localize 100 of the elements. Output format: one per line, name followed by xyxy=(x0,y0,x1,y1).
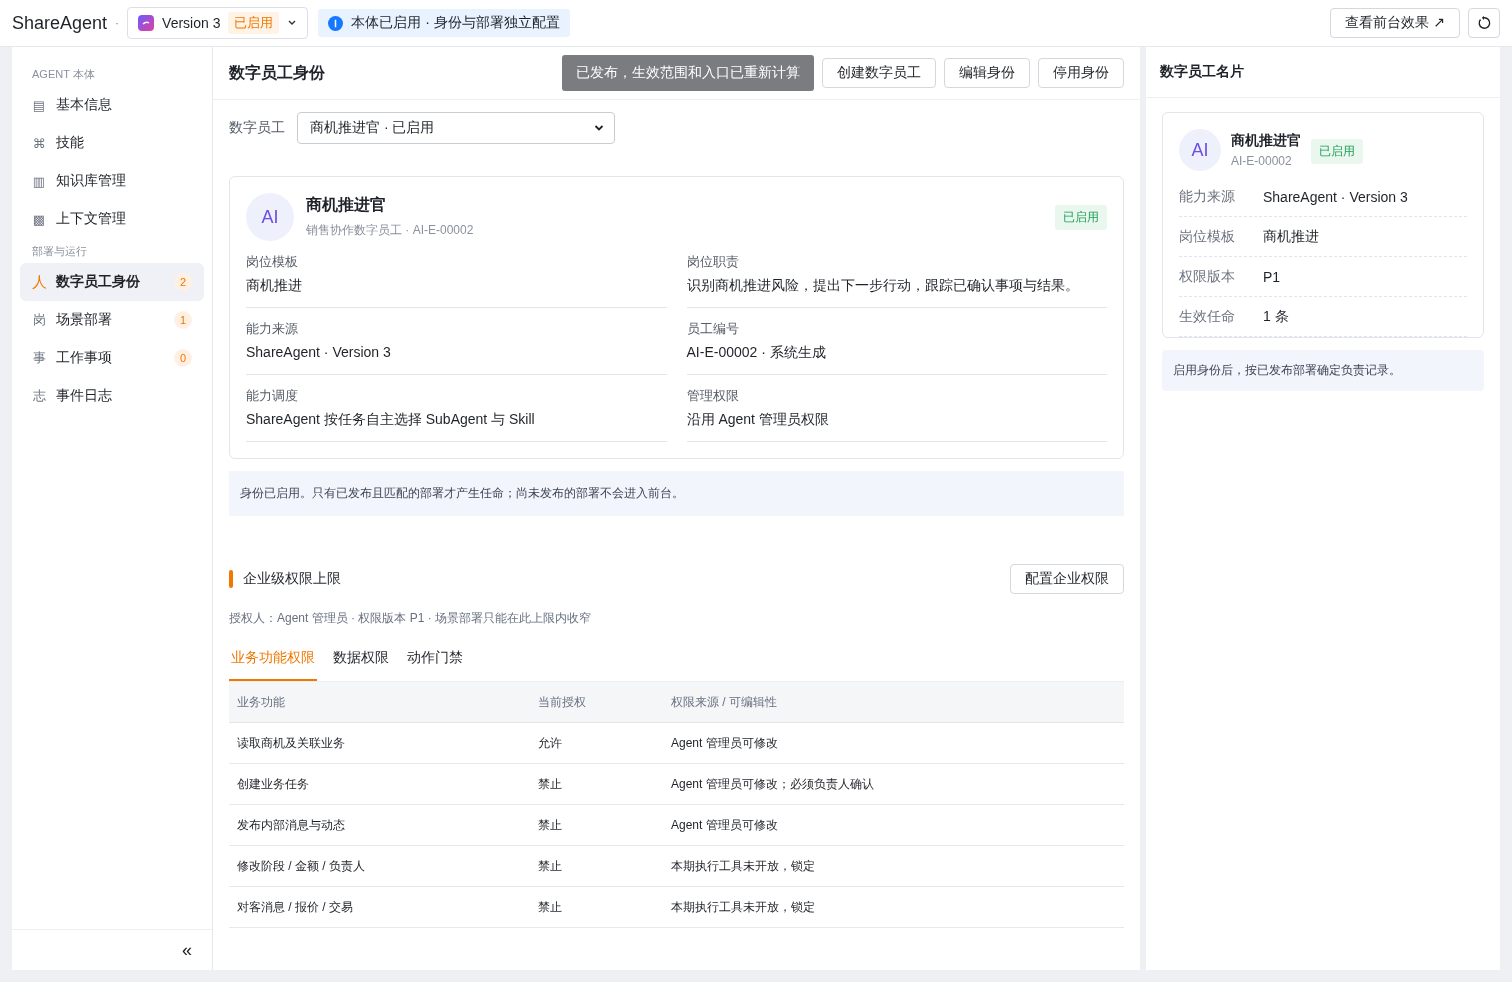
count-badge: 1 xyxy=(174,311,192,329)
status-badge: 已启用 xyxy=(228,12,280,34)
table-cell: Agent 管理员可修改 xyxy=(663,722,1124,764)
version-label: Version 3 xyxy=(162,15,221,31)
table-cell: 创建业务任务 xyxy=(229,763,530,805)
field-label: 岗位职责 xyxy=(686,253,740,271)
column-header: 权限来源 / 可编辑性 xyxy=(663,682,1124,723)
employee-subtitle: 销售协作数字员工 · AI-E-00002 xyxy=(306,222,475,239)
employee-name: 商机推进官 xyxy=(306,195,387,215)
section-title: 企业级权限上限 xyxy=(243,570,341,588)
field-value: 商机推进 xyxy=(1263,227,1319,246)
info-note: 身份已启用。只有已发布且匹配的部署才产生任命；尚未发布的部署不会进入前台。 xyxy=(229,471,1124,516)
field-value: 1 条 xyxy=(1263,307,1289,326)
nav-icon: ▩ xyxy=(32,211,46,227)
table-cell: 禁止 xyxy=(530,886,663,928)
table-cell: 本期执行工具未开放，锁定 xyxy=(663,845,1124,887)
action-button[interactable]: 创建数字员工 xyxy=(822,58,936,88)
status-badge: 已启用 xyxy=(1311,139,1363,164)
avatar: AI xyxy=(1179,129,1221,171)
sidebar-item[interactable]: 人 数字员工身份 2 xyxy=(20,263,204,301)
column-header: 当前授权 xyxy=(530,682,663,723)
refresh-icon xyxy=(1477,16,1491,30)
table-cell: Agent 管理员可修改 xyxy=(663,804,1124,846)
chevron-down-icon xyxy=(594,124,604,132)
table-cell: 发布内部消息与动态 xyxy=(229,804,530,846)
field-label: 权限版本 xyxy=(1179,267,1236,286)
action-button[interactable]: 停用身份 xyxy=(1038,58,1124,88)
table-cell: 对客消息 / 报价 / 交易 xyxy=(229,886,530,928)
section-title: AGENT 本体 xyxy=(31,67,96,82)
field-label: 能力来源 xyxy=(1179,187,1236,206)
sidebar-item[interactable]: ▥ 知识库管理 xyxy=(20,162,204,200)
tab[interactable]: 动作门禁 xyxy=(405,641,465,681)
field-value: AI-E-00002 · 系统生成 xyxy=(686,344,827,362)
sidebar-item[interactable]: 志 事件日志 xyxy=(20,377,204,415)
employee-id: AI-E-00002 xyxy=(1231,154,1293,168)
nav-icon: ⌘ xyxy=(32,135,46,151)
panel-title: 数字员工名片 xyxy=(1146,47,1500,98)
nav-icon: 人 xyxy=(32,272,46,292)
brand-name: ShareAgent xyxy=(12,12,108,34)
count-badge: 2 xyxy=(174,273,192,291)
field-value: P1 xyxy=(1263,268,1281,285)
table-cell: 修改阶段 / 金额 / 负责人 xyxy=(229,845,530,887)
nav-label: 知识库管理 xyxy=(56,172,127,190)
info-note: 启用身份后，按已发布部署确定负责记录。 xyxy=(1162,350,1484,391)
action-button[interactable]: 编辑身份 xyxy=(944,58,1030,88)
app-logo-icon xyxy=(138,15,155,31)
nav-icon: ▤ xyxy=(32,97,46,113)
column-header: 业务功能 xyxy=(229,682,530,723)
collapse-button[interactable]: « xyxy=(178,939,196,961)
nav-icon: 岗 xyxy=(32,311,46,329)
field-label: 能力来源 xyxy=(246,320,299,338)
preview-button[interactable]: 查看前台效果 ↗ xyxy=(1330,8,1460,38)
table-cell: 禁止 xyxy=(530,804,663,846)
nav-label: 场景部署 xyxy=(56,311,113,329)
field-label: 管理权限 xyxy=(686,387,740,405)
page-title: 数字员工身份 xyxy=(229,62,326,83)
avatar: AI xyxy=(246,193,294,241)
field-label: 岗位模板 xyxy=(1179,227,1236,246)
employee-name: 商机推进官 xyxy=(1231,132,1301,150)
sidebar-item[interactable]: ▩ 上下文管理 xyxy=(20,200,204,238)
employee-select[interactable]: 商机推进官 · 已启用 xyxy=(297,112,615,144)
nav-icon: ▥ xyxy=(32,173,46,189)
table-cell: 禁止 xyxy=(530,763,663,805)
field-label: 数字员工 xyxy=(229,119,285,137)
sidebar-item[interactable]: ⌘ 技能 xyxy=(20,124,204,162)
table-cell: 允许 xyxy=(530,722,663,764)
tab[interactable]: 数据权限 xyxy=(331,641,391,681)
count-badge: 0 xyxy=(174,349,192,367)
table-cell: Agent 管理员可修改；必须负责人确认 xyxy=(663,763,1124,805)
field-value: ShareAgent · Version 3 xyxy=(246,344,392,360)
notice-text: 本体已启用 · 身份与部署独立配置 xyxy=(351,14,560,32)
nav-label: 上下文管理 xyxy=(56,210,127,228)
field-label: 岗位模板 xyxy=(246,253,299,271)
table-cell: 读取商机及关联业务 xyxy=(229,722,530,764)
section-title: 部署与运行 xyxy=(31,244,88,259)
field-value: 沿用 Agent 管理员权限 xyxy=(686,411,830,429)
sidebar-item[interactable]: 岗 场景部署 1 xyxy=(20,301,204,339)
field-value: ShareAgent 按任务自主选择 SubAgent 与 Skill xyxy=(246,411,536,429)
refresh-button[interactable] xyxy=(1468,8,1500,38)
table-cell: 禁止 xyxy=(530,845,663,887)
field-value: 商机推进 xyxy=(246,277,303,295)
field-label: 能力调度 xyxy=(246,387,299,405)
sidebar-item[interactable]: 事 工作事项 0 xyxy=(20,339,204,377)
nav-label: 工作事项 xyxy=(56,349,113,367)
table-cell: 本期执行工具未开放，锁定 xyxy=(663,886,1124,928)
configure-button[interactable]: 配置企业权限 xyxy=(1010,564,1124,594)
nav-label: 技能 xyxy=(56,134,85,152)
chevron-down-icon xyxy=(287,19,298,27)
info-icon xyxy=(328,15,344,31)
nav-label: 事件日志 xyxy=(56,387,113,405)
nav-icon: 志 xyxy=(32,387,46,405)
field-label: 生效任命 xyxy=(1179,307,1236,326)
status-badge: 已启用 xyxy=(1055,204,1107,230)
nav-icon: 事 xyxy=(32,349,46,367)
version-selector[interactable]: Version 3 已启用 xyxy=(127,7,309,39)
separator: · xyxy=(115,16,120,30)
field-value: ShareAgent · Version 3 xyxy=(1263,188,1408,205)
nav-label: 数字员工身份 xyxy=(56,273,141,291)
toast: 已发布，生效范围和入口已重新计算 xyxy=(562,55,814,91)
sidebar-item[interactable]: ▤ 基本信息 xyxy=(20,86,204,124)
